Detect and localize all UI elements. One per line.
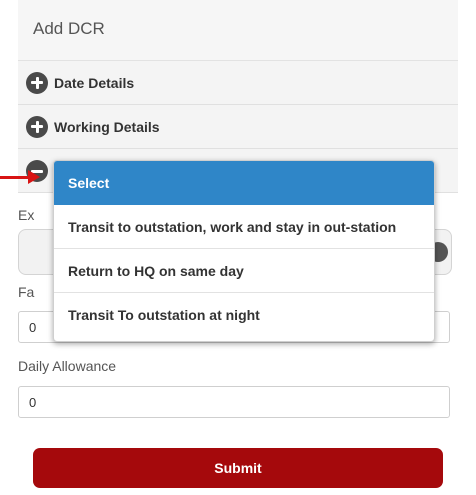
section-working-details[interactable]: Working Details [18, 105, 458, 149]
expense-type-label: Ex [18, 207, 35, 223]
dropdown-option-select[interactable]: Select [54, 161, 434, 205]
dropdown-option-transit-night[interactable]: Transit To outstation at night [54, 293, 434, 337]
fare-label: Fa [18, 284, 35, 300]
section-label: Date Details [54, 74, 135, 91]
red-arrow-icon [0, 176, 30, 179]
expense-type-dropdown-menu: Select Transit to outstation, work and s… [53, 160, 435, 342]
daily-allowance-input[interactable]: 0 [18, 386, 450, 418]
daily-allowance-value: 0 [29, 395, 37, 410]
fare-value: 0 [29, 320, 37, 335]
page-title: Add DCR [33, 19, 105, 38]
daily-allowance-label: Daily Allowance [18, 358, 117, 374]
form-header: Add DCR [18, 0, 458, 61]
section-date-details[interactable]: Date Details [18, 61, 458, 105]
dropdown-option-transit-stay[interactable]: Transit to outstation, work and stay in … [54, 205, 434, 249]
section-label: Working Details [54, 118, 160, 135]
submit-button[interactable]: Submit [33, 448, 443, 488]
plus-circle-icon [26, 71, 48, 94]
plus-circle-icon [26, 115, 48, 138]
red-arrow-head-icon [28, 170, 40, 184]
dropdown-option-return-hq[interactable]: Return to HQ on same day [54, 249, 434, 293]
